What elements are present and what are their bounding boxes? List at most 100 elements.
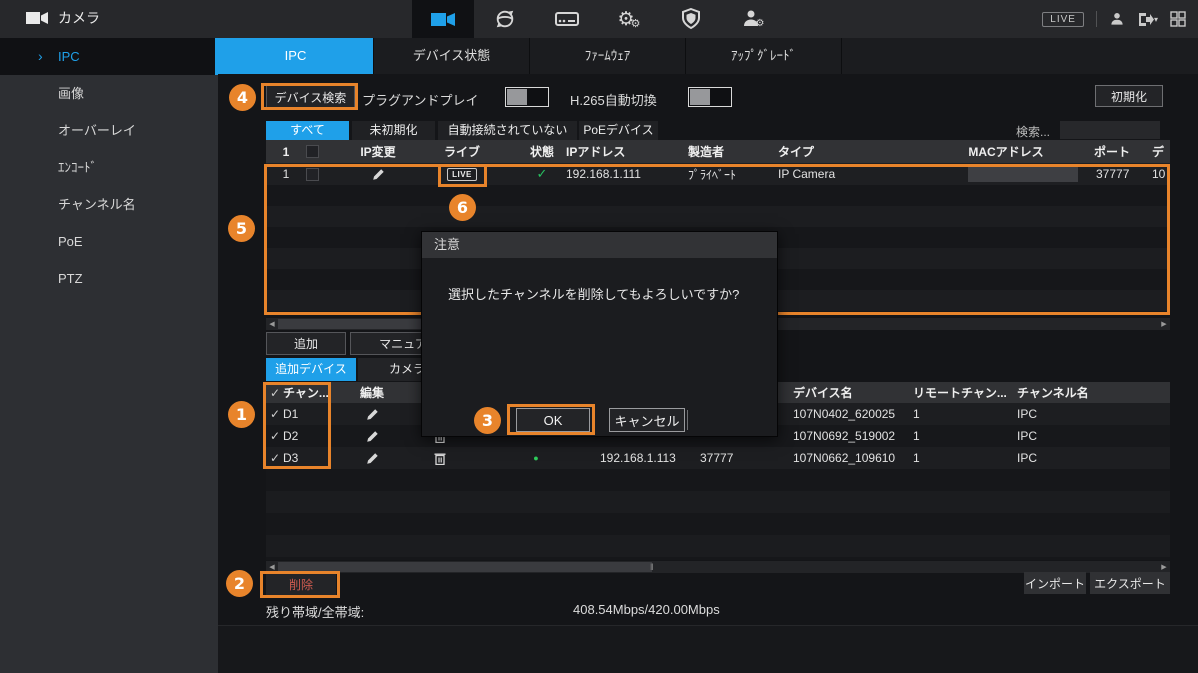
nav-security-icon[interactable] xyxy=(660,0,722,38)
nvr-camera-screen: カメラ ⚙ ⚙ ⚙ LIVE xyxy=(0,0,1198,673)
edit-icon[interactable] xyxy=(350,403,394,425)
nav-account-icon[interactable]: ⚙ xyxy=(722,0,784,38)
nav-system-icon[interactable]: ⚙ ⚙ xyxy=(598,0,660,38)
import-button[interactable]: インポート xyxy=(1024,572,1086,594)
scrollbar-grip: ‖ xyxy=(650,561,654,573)
subtab-added-device[interactable]: 追加デバイス xyxy=(266,358,356,381)
status-ok-icon: ✓ xyxy=(520,163,564,185)
row-channel-name: IPC xyxy=(1017,447,1077,469)
initialize-button[interactable]: 初期化 xyxy=(1095,85,1163,107)
search-input[interactable] xyxy=(1060,121,1160,139)
col-ip: IPアドレス xyxy=(566,140,656,163)
col-channel-name: チャンネル名 xyxy=(1017,382,1117,403)
col-no: 1 xyxy=(274,140,298,163)
live-preview-button[interactable]: LIVE xyxy=(434,163,490,185)
device-search-button[interactable]: デバイス検索 xyxy=(266,85,355,109)
nav-network-icon[interactable] xyxy=(474,0,536,38)
row-type: IP Camera xyxy=(778,163,868,185)
added-row-d3[interactable]: ✓ D3 ● 192.168.1.113 37777 107N0662_1096… xyxy=(266,447,1170,469)
tab-firmware[interactable]: ﾌｧｰﾑｳｪｱ xyxy=(530,38,686,74)
edit-icon[interactable] xyxy=(350,425,394,447)
sidebar-item-channel-name[interactable]: チャンネル名 xyxy=(0,186,218,223)
tab-device-status[interactable]: デバイス状態 xyxy=(374,38,530,74)
row-channel-name: IPC xyxy=(1017,425,1077,447)
row-port: 37777 xyxy=(700,447,744,469)
annotation-step-1: 1 xyxy=(228,401,255,428)
col-device-name: デバイス名 xyxy=(793,382,893,403)
sidebar-item-encode[interactable]: ｴﾝｺｰﾄﾞ xyxy=(0,149,218,186)
dialog-message: 選択したチャンネルを削除してもよろしいですか? xyxy=(448,284,739,303)
tab-ipc[interactable]: IPC xyxy=(218,38,374,74)
nav-storage-icon[interactable] xyxy=(536,0,598,38)
tabstrip: IPC デバイス状態 ﾌｧｰﾑｳｪｱ ｱｯﾌﾟｸﾞﾚｰﾄﾞ xyxy=(218,38,1198,74)
row-ip: 192.168.1.111 xyxy=(566,163,656,185)
checkbox-icon xyxy=(306,168,319,181)
add-button[interactable]: 追加 xyxy=(266,332,346,355)
search-label: 検索... xyxy=(1016,123,1050,140)
row-check-icon[interactable]: ✓ xyxy=(270,447,282,469)
device-table-header: 1 IP変更 ライブ 状態 IPアドレス 製造者 タイプ MACアドレス ポート… xyxy=(266,140,1170,163)
scroll-left-icon[interactable]: ◀ xyxy=(266,318,278,330)
delete-icon[interactable] xyxy=(429,447,451,469)
sidebar-item-overlay[interactable]: オーバーレイ xyxy=(0,112,218,149)
bandwidth-value: 408.54Mbps/420.00Mbps xyxy=(573,602,720,617)
topbar: カメラ ⚙ ⚙ ⚙ LIVE xyxy=(0,0,1198,38)
filter-all[interactable]: すべて xyxy=(266,121,349,140)
row-port: 37777 xyxy=(1096,163,1136,185)
col-live: ライブ xyxy=(434,140,490,163)
ok-button[interactable]: OK xyxy=(516,408,590,432)
logout-icon[interactable]: ▾ xyxy=(1137,12,1158,27)
sidebar-item-ipc[interactable]: › IPC xyxy=(0,38,218,75)
delete-button[interactable]: 削除 xyxy=(266,573,336,596)
sidebar-item-poe[interactable]: PoE xyxy=(0,223,218,260)
annotation-step-5: 5 xyxy=(228,215,255,242)
edit-ip-icon[interactable] xyxy=(346,163,410,185)
h265-toggle[interactable] xyxy=(688,87,732,107)
row-no: 1 xyxy=(274,163,298,185)
scroll-left-icon[interactable]: ◀ xyxy=(266,561,278,573)
row-channel: D2 xyxy=(283,425,343,447)
nav-camera-icon[interactable] xyxy=(412,0,474,38)
device-table-row[interactable]: 1 LIVE ✓ 192.168.1.111 ﾌﾟﾗｲﾍﾞｰﾄ IP Camer… xyxy=(266,163,1170,185)
channel-grid-icon[interactable] xyxy=(1170,11,1186,27)
row-channel: D3 xyxy=(283,447,343,469)
row-truncated: 10 xyxy=(1152,163,1170,185)
row-device-name: 107N0402_620025 xyxy=(793,403,903,425)
filter-not-auto-connected[interactable]: 自動接続されていない xyxy=(438,121,577,140)
camera-icon xyxy=(26,11,48,25)
tab-upgrade[interactable]: ｱｯﾌﾟｸﾞﾚｰﾄﾞ xyxy=(686,38,842,74)
row-check-icon[interactable]: ✓ xyxy=(270,425,282,447)
sidebar-item-ptz[interactable]: PTZ xyxy=(0,260,218,297)
edit-icon[interactable] xyxy=(350,447,394,469)
col-channel: チャン... xyxy=(283,382,343,403)
plug-and-play-toggle[interactable] xyxy=(505,87,549,107)
row-remote-channel: 1 xyxy=(913,447,953,469)
export-button[interactable]: エクスポート xyxy=(1090,572,1170,594)
col-ip-change: IP変更 xyxy=(346,140,410,163)
toggle-knob xyxy=(507,89,527,105)
annotation-step-4: 4 xyxy=(229,84,256,111)
row-check-icon[interactable]: ✓ xyxy=(270,403,282,425)
main-nav: ⚙ ⚙ ⚙ xyxy=(412,0,784,38)
user-icon[interactable] xyxy=(1109,11,1125,27)
footer-area xyxy=(218,625,1198,673)
col-maker: 製造者 xyxy=(688,140,758,163)
col-mac: MACアドレス xyxy=(956,140,1056,163)
col-port: ポート xyxy=(1088,140,1136,163)
filter-uninitialized[interactable]: 未初期化 xyxy=(352,121,435,140)
col-truncated: デ xyxy=(1152,140,1170,163)
page-logo: カメラ xyxy=(26,8,100,28)
scroll-right-icon[interactable]: ▶ xyxy=(1158,318,1170,330)
row-checkbox[interactable] xyxy=(302,163,322,185)
row-remote-channel: 1 xyxy=(913,403,953,425)
sidebar-item-image[interactable]: 画像 xyxy=(0,75,218,112)
divider xyxy=(687,410,688,430)
status-online-dot: ● xyxy=(526,447,546,469)
cancel-button[interactable]: キャンセル xyxy=(609,408,685,432)
added-table-empty-rows xyxy=(266,469,1170,560)
live-mode-badge[interactable]: LIVE xyxy=(1042,12,1084,27)
filter-poe-device[interactable]: PoEデバイス xyxy=(579,121,658,140)
header-checkbox[interactable] xyxy=(302,140,322,163)
scrollbar-thumb[interactable] xyxy=(278,562,652,572)
check-all-icon[interactable]: ✓ xyxy=(270,382,282,403)
